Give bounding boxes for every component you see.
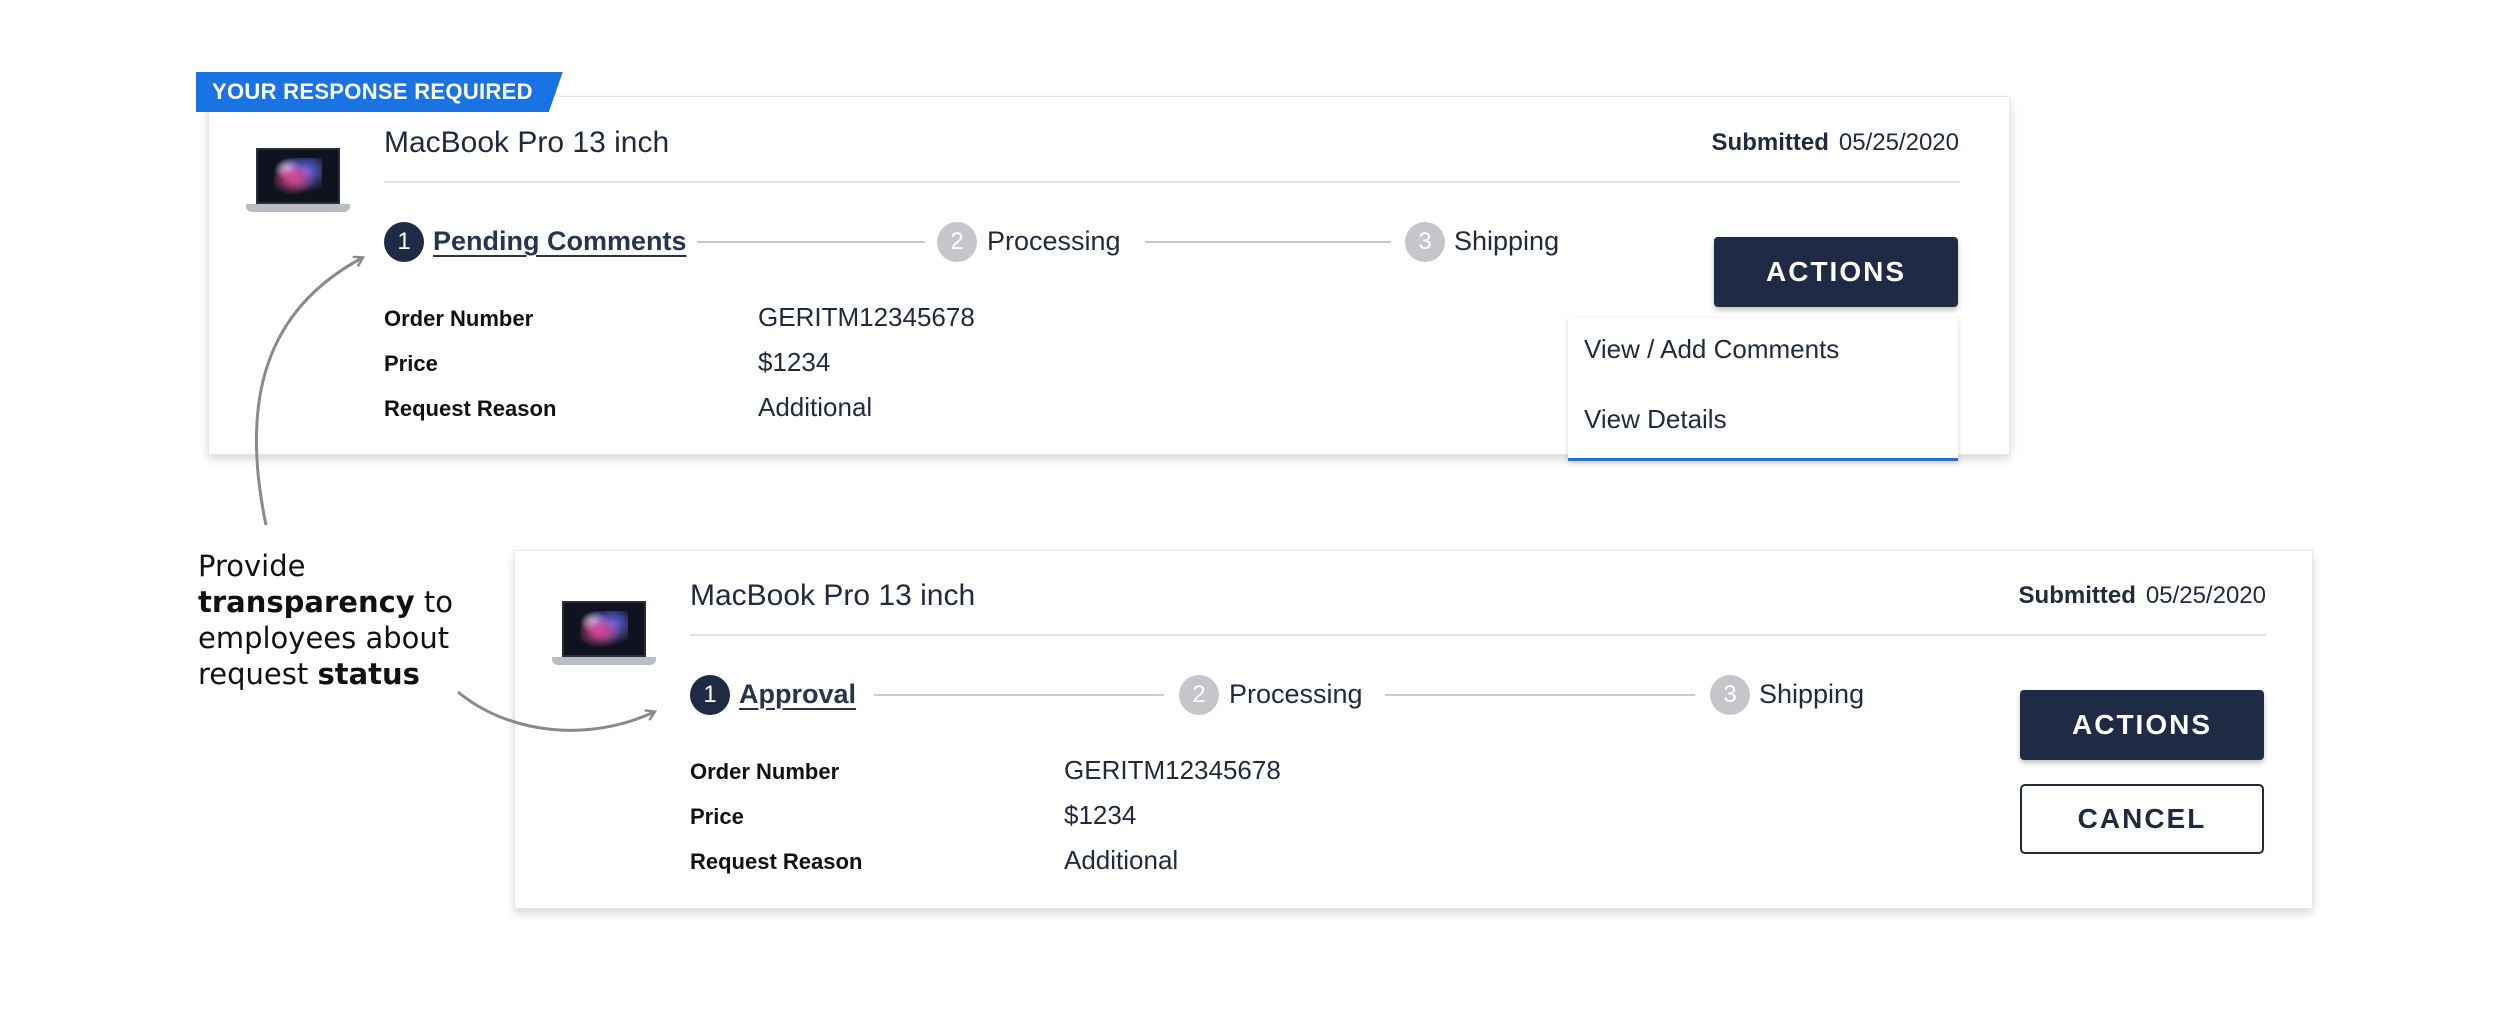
actions-dropdown-menu: View / Add Comments View Details (1568, 318, 1958, 461)
curved-arrow-icon (457, 690, 654, 732)
menu-item-view-add-comments[interactable]: View / Add Comments (1584, 334, 1839, 365)
annotation-arrows (254, 0, 2500, 732)
response-required-badge: YOUR RESPONSE REQUIRED (196, 72, 563, 112)
curved-arrow-icon (254, 258, 362, 526)
menu-item-view-details[interactable]: View Details (1584, 404, 1727, 435)
